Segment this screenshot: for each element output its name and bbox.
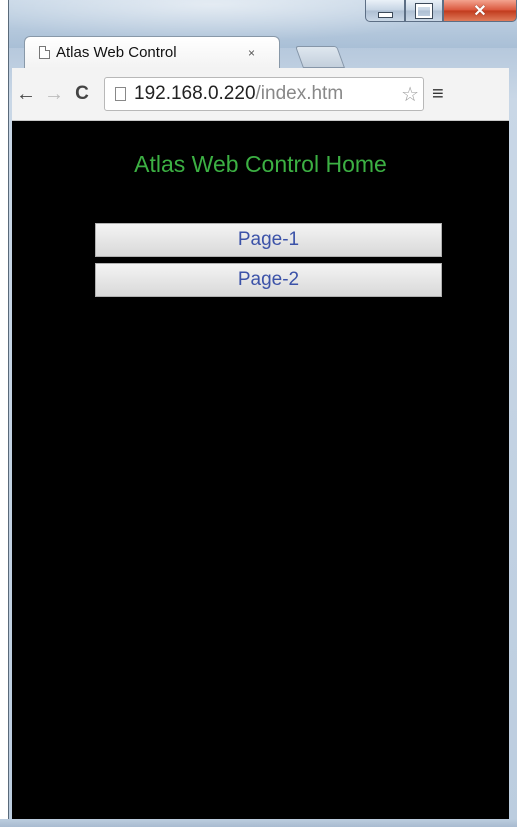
tab-close-icon[interactable]: ×	[248, 46, 255, 60]
page-2-button[interactable]: Page-2	[95, 263, 442, 297]
page-icon	[115, 87, 126, 101]
reload-icon[interactable]: C	[68, 83, 96, 105]
browser-toolbar: ← → C 192.168.0.220/index.htm ☆ ≡	[12, 68, 509, 121]
tab-title: Atlas Web Control	[56, 44, 177, 61]
url-host: 192.168.0.220	[134, 83, 256, 104]
page-1-button[interactable]: Page-1	[95, 223, 442, 257]
minimize-icon	[377, 11, 393, 18]
new-tab-button[interactable]	[294, 46, 346, 68]
window-controls: ✕	[365, 0, 517, 28]
forward-arrow-icon[interactable]: →	[40, 83, 68, 106]
close-window-button[interactable]: ✕	[443, 0, 517, 22]
bookmark-star-icon[interactable]: ☆	[401, 82, 419, 107]
menu-icon[interactable]: ≡	[432, 83, 444, 106]
close-icon: ✕	[473, 2, 487, 20]
minimize-button[interactable]	[365, 0, 405, 22]
maximize-icon	[415, 2, 433, 19]
maximize-button[interactable]	[405, 0, 443, 22]
back-arrow-icon[interactable]: ←	[12, 83, 40, 106]
address-bar[interactable]: 192.168.0.220/index.htm ☆	[104, 77, 424, 111]
window-bottom-border	[0, 819, 517, 827]
browser-tab[interactable]: Atlas Web Control ×	[24, 36, 280, 68]
page-icon	[39, 46, 50, 59]
url-path: /index.htm	[255, 83, 344, 104]
page-title: Atlas Web Control Home	[134, 151, 387, 177]
page-viewport: Atlas Web Control Home Page-1 Page-2	[12, 121, 509, 819]
